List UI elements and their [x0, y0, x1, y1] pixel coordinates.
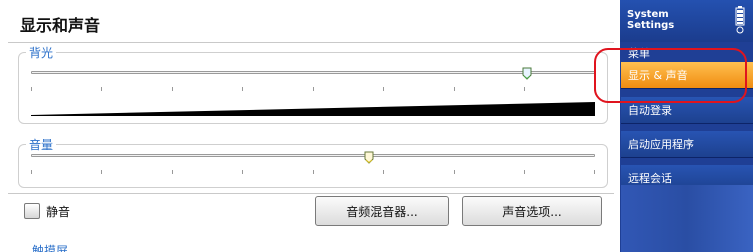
slider-tick: [524, 87, 525, 91]
side-panel-title: System Settings: [627, 9, 675, 31]
slider-tick: [242, 87, 243, 91]
slider-tick: [383, 87, 384, 91]
menu-label: 菜单: [628, 47, 650, 60]
slider-tick: [101, 170, 102, 174]
volume-legend: 音量: [26, 136, 57, 153]
side-panel-header: System Settings: [620, 0, 753, 42]
menu-item-display-sound[interactable]: 显示 & 声音: [621, 62, 753, 89]
display-sound-pane: 显示和声音 背光 音量 静音 音频混音器... 声音选项... 触摸屏: [0, 0, 620, 252]
slider-tick: [172, 87, 173, 91]
slider-tick: [594, 87, 595, 91]
slider-tick: [172, 170, 173, 174]
page-title: 显示和声音: [20, 16, 101, 35]
slider-tick: [454, 170, 455, 174]
slider-tick: [524, 170, 525, 174]
menu-item-startup-apps[interactable]: 启动应用程序: [621, 131, 753, 158]
slider-tick: [31, 170, 32, 174]
system-settings-panel: System Settings 菜单 显示 & 声音 自动登录 启动应用程序 远…: [620, 0, 753, 252]
side-panel-background: [621, 185, 753, 252]
slider-tick: [594, 170, 595, 174]
slider-tick: [454, 87, 455, 91]
slider-tick: [242, 170, 243, 174]
backlight-group: 背光: [18, 44, 608, 124]
menu-item-auto-login[interactable]: 自动登录: [621, 97, 753, 124]
volume-group: 音量: [18, 136, 608, 188]
battery-icon: [735, 6, 745, 34]
mute-label: 静音: [46, 205, 71, 219]
title-divider: [8, 42, 614, 43]
slider-tick: [31, 87, 32, 91]
backlight-slider-thumb[interactable]: [522, 67, 532, 80]
slider-tick: [101, 87, 102, 91]
volume-slider-track[interactable]: [31, 154, 595, 157]
slider-tick: [313, 170, 314, 174]
backlight-legend: 背光: [26, 44, 57, 61]
audio-mixer-button[interactable]: 音频混音器...: [315, 196, 449, 226]
section-divider: [8, 193, 614, 194]
backlight-slider-track[interactable]: [31, 71, 595, 74]
volume-slider-thumb[interactable]: [364, 151, 374, 164]
touchscreen-legend: 触摸屏: [32, 244, 69, 252]
brightness-ramp: [31, 102, 595, 116]
mute-checkbox[interactable]: [24, 203, 40, 219]
slider-tick: [313, 87, 314, 91]
sound-options-button[interactable]: 声音选项...: [462, 196, 602, 226]
slider-tick: [383, 170, 384, 174]
